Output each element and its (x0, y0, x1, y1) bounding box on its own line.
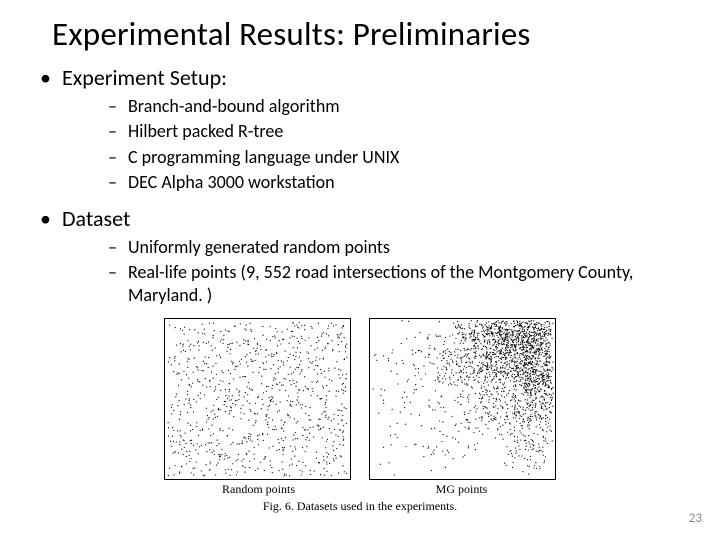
bullet-dataset-label: Dataset (62, 205, 130, 232)
setup-item: C programming language under UNIX (108, 146, 680, 169)
bullet-list: Experiment Setup: Branch-and-bound algor… (0, 64, 720, 308)
slide-title: Experimental Results: Preliminaries (0, 0, 720, 54)
bullet-setup-label: Experiment Setup: (62, 64, 227, 91)
scatter-left-label: Random points (166, 482, 351, 497)
scatter-random-svg (165, 319, 350, 479)
bullet-setup: Experiment Setup: Branch-and-bound algor… (40, 64, 680, 195)
page-number: 23 (689, 511, 702, 526)
figure-caption: Fig. 6. Datasets used in the experiments… (145, 499, 575, 514)
dataset-item: Uniformly generated random points (108, 236, 680, 259)
setup-sublist: Branch-and-bound algorithm Hilbert packe… (62, 95, 680, 195)
scatter-mg (369, 318, 556, 480)
setup-item: Hilbert packed R-tree (108, 120, 680, 143)
setup-item: DEC Alpha 3000 workstation (108, 171, 680, 194)
bullet-dataset: Dataset Uniformly generated random point… (40, 205, 680, 308)
dataset-sublist: Uniformly generated random points Real-l… (62, 236, 680, 308)
setup-item: Branch-and-bound algorithm (108, 95, 680, 118)
scatter-random (164, 318, 351, 480)
scatter-right-label: MG points (369, 482, 554, 497)
figure: Random points MG points Fig. 6. Datasets… (145, 318, 575, 514)
dataset-item: Real-life points (9, 552 road intersecti… (108, 261, 680, 308)
scatter-mg-svg (370, 319, 555, 479)
